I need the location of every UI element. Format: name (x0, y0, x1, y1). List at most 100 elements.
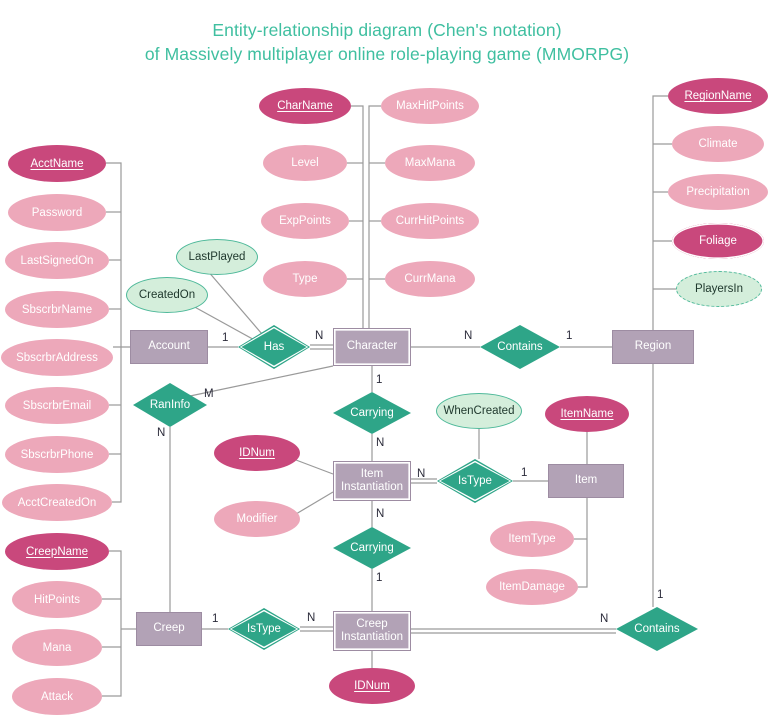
entity-region[interactable]: Region (612, 330, 694, 364)
connector-line (351, 105, 364, 328)
attribute-exppoints[interactable]: ExpPoints (261, 203, 349, 239)
relationship-istype-item[interactable]: IsType (437, 459, 513, 503)
relationship-raninfo[interactable]: RanInfo (133, 383, 207, 427)
cardinality-label: 1 (657, 589, 664, 601)
attribute-sbscrbraddress[interactable]: SbscrbrAddress (1, 339, 113, 376)
entity-item[interactable]: Item (548, 464, 624, 498)
relationship-has[interactable]: Has (238, 325, 310, 369)
connector-line (295, 491, 334, 515)
attribute-mana[interactable]: Mana (12, 629, 102, 666)
attribute-playersin[interactable]: PlayersIn (676, 271, 762, 307)
relationship-contains-item[interactable]: Contains (616, 607, 698, 651)
attribute-label: LastPlayed (188, 251, 246, 263)
attribute-label: HitPoints (33, 593, 81, 606)
attribute-sbscrbremail[interactable]: SbscrbrEmail (5, 387, 109, 424)
relationship-carrying-top[interactable]: Carrying (333, 392, 411, 434)
attribute-creepname[interactable]: CreepName (5, 533, 109, 570)
attribute-createdon[interactable]: CreatedOn (126, 277, 208, 313)
attribute-label: Modifier (236, 513, 278, 525)
attribute-itemname[interactable]: ItemName (545, 396, 629, 432)
entity-label: Creep (153, 622, 185, 635)
attribute-foliage[interactable]: Foliage (672, 223, 764, 259)
attribute-maxmana[interactable]: MaxMana (385, 145, 475, 181)
attribute-itemdamage[interactable]: ItemDamage (486, 569, 578, 605)
relationship-istype-creep[interactable]: IsType (228, 608, 300, 650)
attribute-label: SbscrbrName (21, 303, 93, 316)
attribute-label: MaxHitPoints (396, 100, 464, 112)
entity-creep[interactable]: Creep (136, 612, 202, 646)
relationship-contains-region[interactable]: Contains (480, 325, 560, 369)
attribute-type[interactable]: Type (263, 261, 347, 297)
entity-label: Region (634, 340, 672, 353)
attribute-acctname[interactable]: AcctName (8, 145, 106, 182)
attribute-label: Attack (41, 690, 73, 703)
diagram-title-line-1: Entity-relationship diagram (Chen's nota… (212, 20, 562, 40)
attribute-whencreated[interactable]: WhenCreated (436, 393, 522, 429)
diamond-shape (616, 607, 698, 651)
diamond-inner-shape (440, 462, 510, 500)
relationship-carrying-bottom[interactable]: Carrying (333, 527, 411, 569)
cardinality-label: 1 (521, 467, 528, 479)
cardinality-label: N (600, 613, 609, 625)
attribute-climate[interactable]: Climate (672, 126, 764, 162)
connector-line (368, 105, 381, 328)
attribute-currhitpoints[interactable]: CurrHitPoints (381, 203, 479, 239)
diagram-title: Entity-relationship diagram (Chen's nota… (0, 18, 774, 66)
diamond-inner-shape (241, 328, 307, 366)
attribute-sbscrbrphone[interactable]: SbscrbrPhone (5, 436, 109, 473)
attribute-regionname[interactable]: RegionName (668, 78, 768, 114)
attribute-label: ItemDamage (499, 581, 565, 593)
attribute-acctcreatedon[interactable]: AcctCreatedOn (2, 484, 112, 521)
attribute-label: PlayersIn (695, 283, 743, 295)
attribute-label: Climate (698, 138, 738, 150)
attribute-label: IDNum (354, 680, 390, 692)
attribute-hitpoints[interactable]: HitPoints (12, 581, 102, 618)
entity-account[interactable]: Account (130, 330, 208, 364)
diamond-shape (333, 527, 411, 569)
connector-line (109, 550, 122, 629)
attribute-idnum-creep[interactable]: IDNum (329, 668, 415, 704)
attribute-attack[interactable]: Attack (12, 678, 102, 715)
cardinality-label: 1 (212, 613, 219, 625)
connector-line (574, 498, 588, 588)
attribute-lastsignedon[interactable]: LastSignedOn (5, 242, 109, 279)
attribute-label: SbscrbrPhone (20, 448, 94, 461)
attribute-label: Precipitation (686, 186, 750, 198)
attribute-label: Type (292, 273, 318, 285)
attribute-sbscrbrname[interactable]: SbscrbrName (5, 291, 109, 328)
entity-label: Creep Instantiation (340, 617, 403, 644)
entity-item-instantiation[interactable]: Item Instantiation (333, 461, 411, 501)
attribute-itemtype[interactable]: ItemType (490, 521, 574, 557)
cardinality-label: 1 (376, 374, 383, 386)
attribute-charname[interactable]: CharName (259, 88, 351, 124)
attribute-level[interactable]: Level (263, 145, 347, 181)
attribute-modifier[interactable]: Modifier (214, 501, 300, 537)
connector-line (102, 629, 122, 697)
attribute-idnum-item[interactable]: IDNum (214, 435, 300, 471)
attribute-label: IDNum (239, 447, 275, 459)
attribute-label: CurrMana (404, 273, 456, 285)
connector-line (652, 95, 668, 330)
attribute-label: AcctName (30, 157, 84, 170)
attribute-label: Mana (42, 641, 72, 654)
cardinality-label: 1 (566, 330, 573, 342)
attribute-label: CreatedOn (138, 289, 196, 301)
diamond-shape (133, 383, 207, 427)
entity-creep-instantiation[interactable]: Creep Instantiation (333, 611, 411, 651)
attribute-maxhitpoints[interactable]: MaxHitPoints (381, 88, 479, 124)
attribute-label: RegionName (684, 90, 752, 102)
cardinality-label: 1 (222, 332, 229, 344)
cardinality-label: M (204, 388, 214, 400)
diagram-title-line-2: of Massively multiplayer online role-pla… (144, 44, 630, 64)
attribute-label: Level (291, 157, 319, 169)
attribute-password[interactable]: Password (8, 194, 106, 231)
attribute-label: CreepName (26, 545, 88, 558)
attribute-currmana[interactable]: CurrMana (385, 261, 475, 297)
attribute-lastplayed[interactable]: LastPlayed (176, 239, 258, 275)
attribute-label: ItemType (508, 533, 556, 545)
diamond-inner-shape (231, 611, 297, 647)
entity-label: Item (574, 474, 598, 487)
entity-character[interactable]: Character (333, 328, 411, 366)
attribute-precipitation[interactable]: Precipitation (668, 174, 768, 210)
entity-label: Account (148, 340, 190, 353)
